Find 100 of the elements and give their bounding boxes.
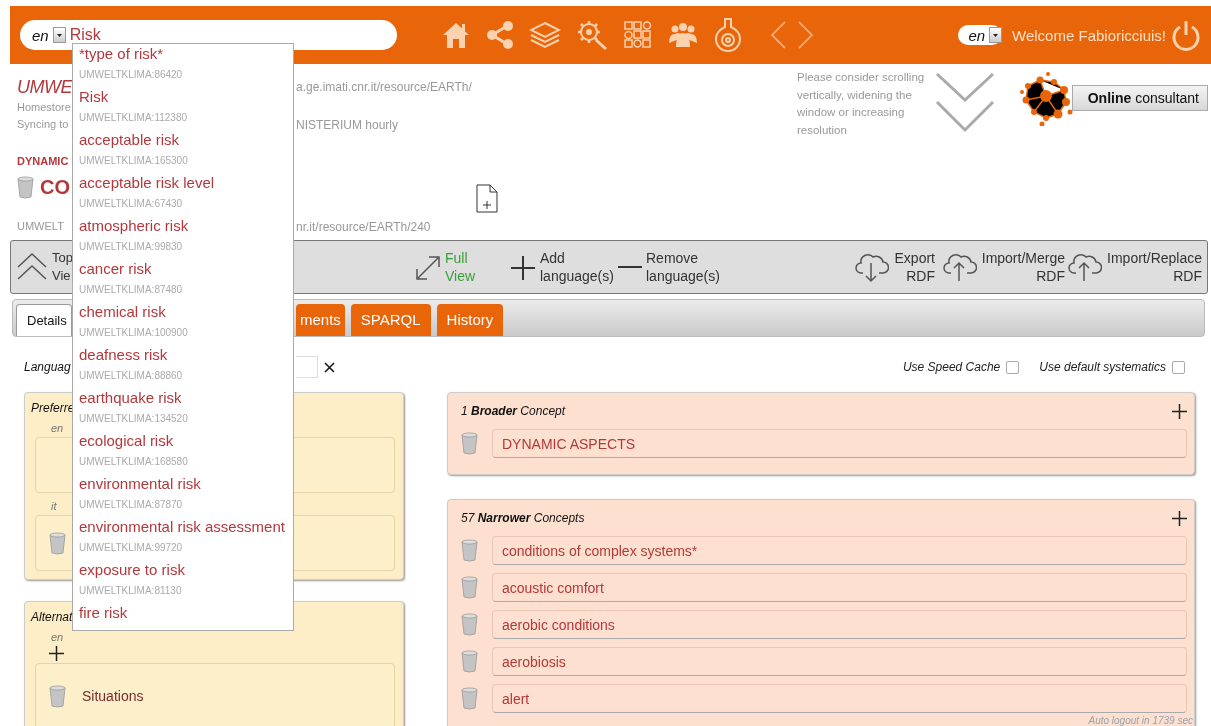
suggestion-code: UMWELTKLIMA:87870	[79, 498, 183, 512]
suggestion-item[interactable]: earthquake risk	[79, 388, 182, 408]
tab[interactable]: SPARQL	[350, 304, 431, 336]
suggestion-item[interactable]: acceptable risk	[79, 130, 180, 150]
tab[interactable]: Details	[16, 304, 72, 336]
suggestion-code: UMWELTKLIMA:165300	[79, 154, 188, 168]
label-value[interactable]: Situations	[82, 688, 144, 704]
suggestion-code: UMWELTKLIMA:67430	[79, 197, 183, 211]
homestore-text: Homestore	[17, 100, 72, 115]
toolbar-button[interactable]: Export RDF	[855, 249, 935, 285]
people-icon[interactable]	[667, 21, 699, 49]
suggestion-item[interactable]: Risk	[79, 87, 109, 107]
new-document-icon[interactable]	[476, 184, 498, 213]
flask-gear-icon[interactable]	[713, 17, 743, 53]
home-icon[interactable]	[441, 20, 471, 50]
concept-link[interactable]: conditions of complex systems*	[492, 536, 1187, 565]
trash-icon[interactable]	[461, 650, 478, 673]
concept-link[interactable]: aerobic conditions	[492, 610, 1187, 639]
suggestion-item[interactable]: atmospheric risk	[79, 216, 189, 236]
hint-text: Please consider scrolling vertically, widening the window or increasing resolution	[797, 70, 926, 138]
panel-title: 1 Broader Concept	[461, 404, 566, 418]
input-field[interactable]	[296, 356, 318, 378]
checkbox[interactable]	[1172, 360, 1185, 374]
language-select[interactable]: en	[32, 26, 66, 44]
suggestion-code: UMWELTKLIMA:81130	[79, 584, 182, 598]
minus-icon	[618, 265, 642, 269]
suggestion-code: UMWELTKLIMA:112380	[79, 111, 187, 125]
parent-link[interactable]: DYNAMIC	[17, 153, 72, 170]
suggestion-code: UMWELTKLIMA:86420	[79, 68, 183, 82]
toolbar-button[interactable]: Remove language(s)	[618, 249, 726, 285]
power-icon[interactable]	[1171, 19, 1201, 51]
suggestion-item[interactable]: environmental risk	[79, 474, 201, 494]
suggestion-code: UMWELTKLIMA:99830	[79, 240, 183, 254]
language-tag: en	[51, 422, 64, 435]
trash-icon[interactable]	[461, 576, 478, 599]
panel-title: Preferre	[31, 401, 75, 415]
tab[interactable]: ments	[296, 304, 345, 336]
language-tag: it	[51, 500, 57, 513]
plus-icon[interactable]	[49, 646, 64, 661]
concept-id: UMWELT	[17, 219, 65, 234]
suggestion-item[interactable]: cancer risk	[79, 259, 152, 279]
logout-timer: Auto logout in 1739 sec	[1088, 715, 1193, 726]
welcome-text: Welcome Fabioricciuis!	[1012, 26, 1166, 44]
uri-text: nr.it/resource/EARTh/240	[296, 219, 432, 234]
trash-icon[interactable]	[461, 539, 478, 562]
sync-text: NISTERIUM hourly	[296, 117, 400, 132]
share-icon[interactable]	[485, 20, 515, 50]
panel-title: 57 Narrower Concepts	[461, 511, 585, 525]
suggestion-code: UMWELTKLIMA:87480	[79, 283, 183, 297]
suggestion-item[interactable]: acceptable risk level	[79, 173, 215, 193]
option-label: Use Speed Cache	[902, 360, 1001, 374]
toolbar-button[interactable]: Add language(s)	[510, 249, 616, 285]
checkbox[interactable]	[1006, 360, 1020, 374]
suggestion-code: UMWELTKLIMA:134520	[79, 412, 188, 426]
concept-link[interactable]: alert	[492, 684, 1187, 713]
suggestion-item[interactable]: chemical risk	[79, 302, 166, 322]
suggestion-code: UMWELTKLIMA:88860	[79, 369, 183, 383]
trash-icon[interactable]	[461, 432, 478, 455]
suggestion-item[interactable]: deafness risk	[79, 345, 168, 365]
concept-link[interactable]: DYNAMIC ASPECTS	[492, 429, 1187, 458]
toolbar-button[interactable]: Top Vie	[16, 249, 76, 285]
suggestion-code: UMWELTKLIMA:168580	[79, 455, 188, 469]
suggestion-item[interactable]: fire risk	[79, 603, 128, 623]
toolbar-button[interactable]: Import/Replace RDF	[1068, 249, 1202, 285]
trash-icon[interactable]	[17, 175, 34, 199]
back-icon[interactable]	[769, 20, 787, 50]
search-field[interactable]: Risk	[69, 26, 220, 44]
panel-title: Alternat	[31, 610, 73, 624]
scroll-down-icon	[935, 72, 995, 134]
suggestion-item[interactable]: *type of risk*	[79, 44, 164, 64]
concept-link[interactable]: aerobiosis	[492, 647, 1187, 676]
layers-icon[interactable]	[529, 20, 561, 50]
tab[interactable]: History	[436, 304, 504, 336]
suggestion-code: UMWELTKLIMA:100900	[79, 326, 188, 340]
suggestion-code: UMWELTKLIMA:99720	[79, 541, 183, 555]
language-select[interactable]: en	[958, 25, 1003, 45]
trash-icon[interactable]	[461, 613, 478, 636]
gear-magnifier-icon[interactable]	[575, 19, 609, 51]
plus-icon	[510, 255, 536, 281]
close-icon[interactable]	[324, 361, 335, 373]
plus-icon[interactable]	[1172, 510, 1187, 526]
suggestion-item[interactable]: ecological risk	[79, 431, 174, 451]
vocabulary-title: UMWE	[17, 76, 72, 99]
double-up-icon	[16, 251, 48, 281]
uri-text: a.ge.imati.cnr.it/resource/EARTh/	[296, 80, 473, 94]
suggestion-item[interactable]: exposure to risk	[79, 560, 185, 580]
forward-icon[interactable]	[797, 20, 815, 50]
plus-icon[interactable]	[1172, 403, 1187, 419]
trash-icon[interactable]	[461, 687, 478, 710]
option-label: Use default systematics	[1039, 360, 1166, 374]
concept-title: CO	[40, 175, 70, 199]
consultant-button[interactable]: Online consultant	[1072, 85, 1208, 111]
trash-icon[interactable]	[49, 684, 66, 708]
language-tag: en	[51, 631, 64, 644]
concept-link[interactable]: acoustic comfort	[492, 573, 1187, 602]
trash-icon[interactable]	[49, 531, 66, 555]
suggestion-item[interactable]: environmental risk assessment	[79, 517, 285, 537]
toolbar-button[interactable]: Import/Merge RDF	[943, 249, 1065, 285]
grid-icon[interactable]	[623, 20, 653, 50]
resize-icon	[415, 255, 441, 281]
